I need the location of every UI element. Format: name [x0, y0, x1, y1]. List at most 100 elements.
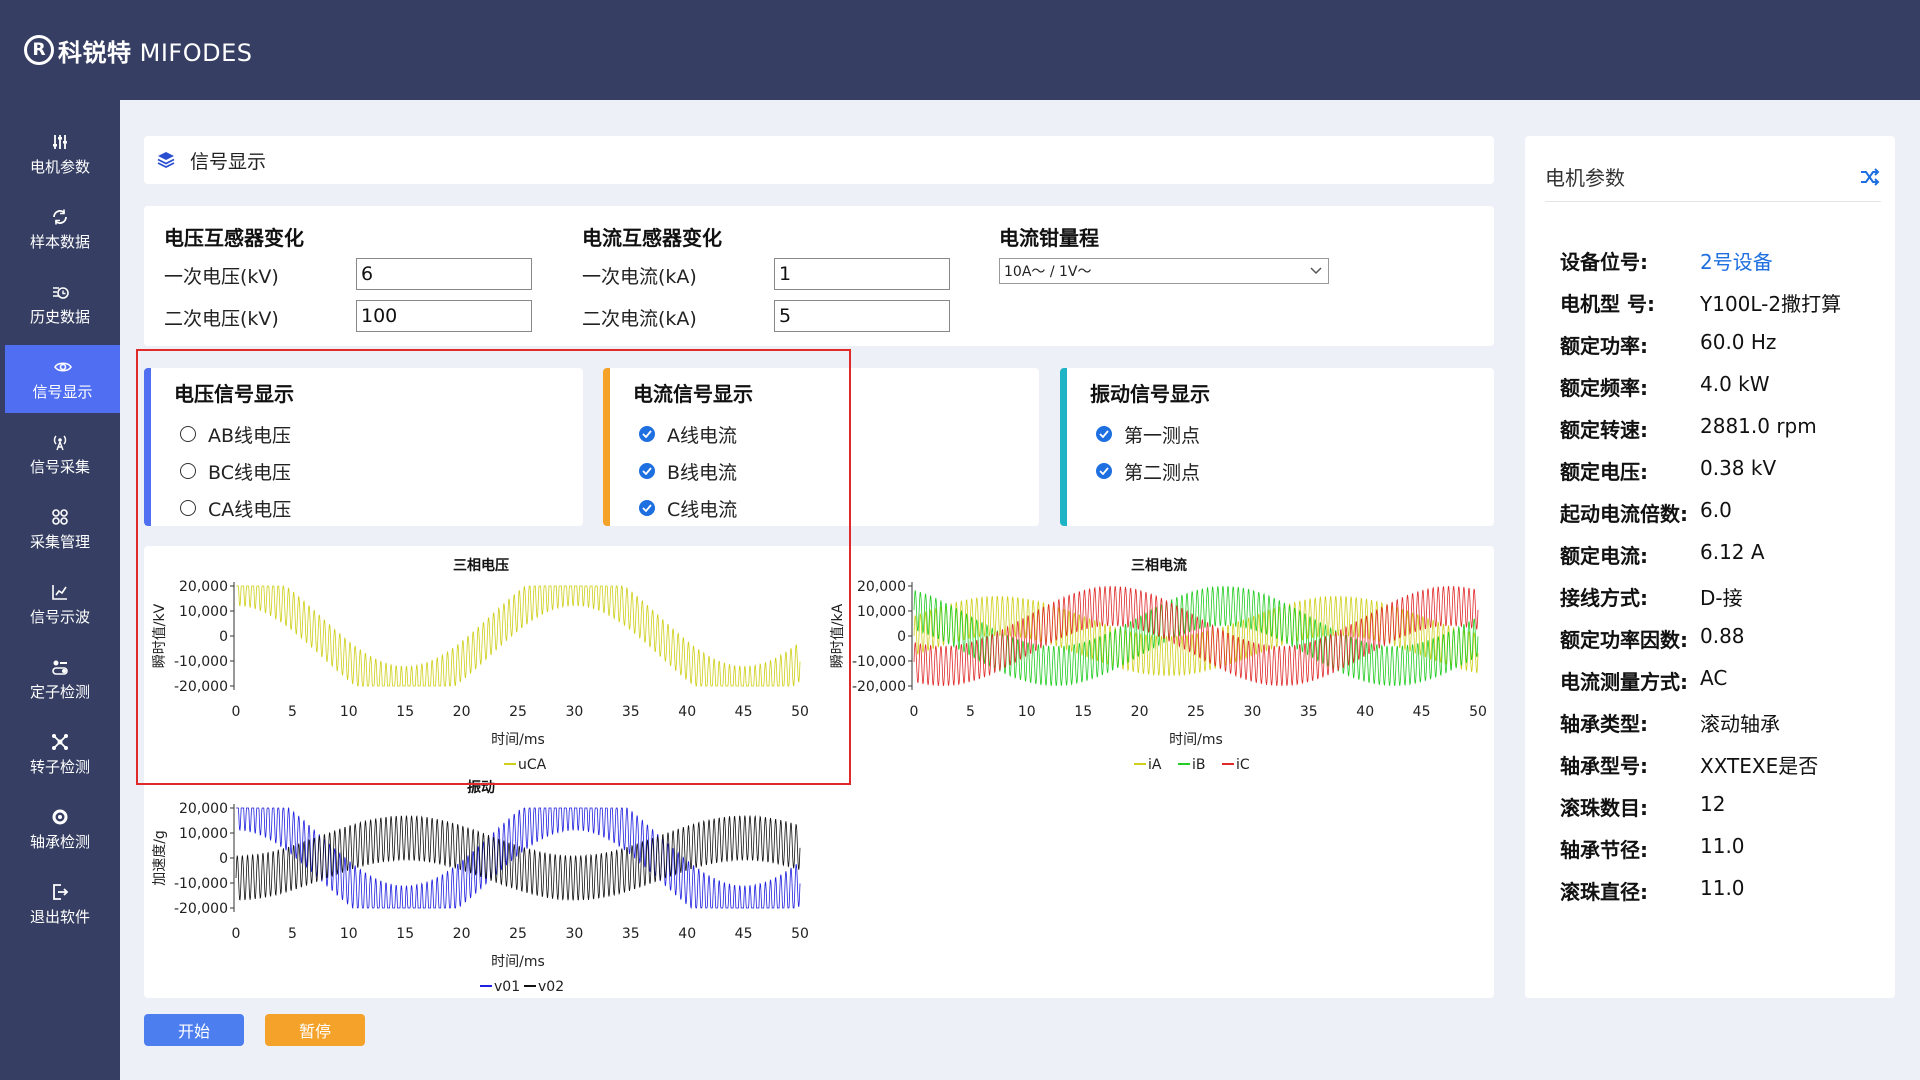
x-tick-label: 30	[565, 704, 583, 720]
y-axis-label: 加速度/g	[152, 830, 168, 886]
x-tick-label: 50	[791, 926, 809, 942]
param-key: 滚珠直径:	[1560, 880, 1648, 904]
secondary-current-input[interactable]	[774, 300, 950, 332]
voltage-option-2[interactable]: CA线电压	[180, 494, 291, 522]
voltage-option-0[interactable]: AB线电压	[180, 420, 291, 448]
layers-icon	[157, 152, 175, 169]
sidebar-item-3[interactable]: 信号显示	[5, 345, 120, 413]
param-value: 6.0	[1700, 498, 1732, 522]
param-key: 额定电流:	[1560, 544, 1648, 568]
radio-circle-icon[interactable]	[180, 426, 196, 442]
x-axis-label: 时间/ms	[491, 732, 545, 748]
y-axis-label: 瞬时值/kV	[152, 603, 168, 668]
sidebar-item-label: 信号采集	[29, 457, 90, 476]
x-tick-label: 30	[1243, 704, 1261, 720]
logo-mark: R	[24, 35, 54, 65]
y-tick-label: 20,000	[179, 801, 228, 817]
sidebar-item-4[interactable]: 信号采集	[0, 420, 120, 488]
sidebar-item-label: 信号示波	[29, 607, 90, 626]
param-row: 轴承节径: 11.0	[1560, 834, 1745, 863]
param-key: 电流测量方式:	[1560, 670, 1688, 694]
primary-voltage-input[interactable]	[356, 258, 532, 290]
charts-svg: 三相电压20,00010,0000-10,000-20,0000 5 10 15 20 2…	[152, 557, 1487, 995]
toggle-icon	[52, 660, 68, 675]
sidebar-item-6[interactable]: 信号示波	[0, 570, 120, 638]
voltage-signal-title: 电压信号显示	[174, 382, 294, 406]
param-row: 额定功率因数: 0.88	[1560, 624, 1745, 653]
check-circle-icon[interactable]	[1096, 463, 1112, 479]
chart-2: 振动20,00010,0000-10,000-20,0000 5 10 15 20 25 3…	[152, 779, 809, 995]
sidebar-item-7[interactable]: 定子检测	[0, 645, 120, 713]
x-tick-label: 50	[1469, 704, 1487, 720]
param-key: 接线方式:	[1560, 586, 1648, 610]
primary-current-input[interactable]	[774, 258, 950, 290]
sidebar-item-10[interactable]: 退出软件	[0, 870, 120, 938]
x-tick-label: 5	[288, 926, 297, 942]
section-header: 信号显示	[144, 136, 1494, 184]
option-label: CA线电压	[208, 498, 292, 521]
x-tick-label: 35	[622, 926, 640, 942]
param-value: AC	[1700, 666, 1728, 690]
param-value[interactable]: 2号设备	[1700, 246, 1773, 275]
chart-panel: 三相电压 20,000 10,000 0 -10,000 -20,000 0 5 10 15 20 2…	[144, 546, 1494, 998]
y-tick-label: -10,000	[852, 654, 906, 670]
legend-label: iC	[1236, 757, 1250, 773]
chart-1: 三相电流20,00010,0000-10,000-20,0000 5 10 15 20 2…	[830, 557, 1487, 773]
x-tick-label: 0	[232, 704, 241, 720]
radio-circle-icon[interactable]	[180, 500, 196, 516]
x-axis-label: 时间/ms	[1169, 732, 1223, 748]
x-tick-label: 20	[1131, 704, 1149, 720]
voltage-option-1[interactable]: BC线电压	[180, 457, 291, 485]
current-option-0[interactable]: A线电流	[639, 420, 737, 448]
param-key: 设备位号:	[1560, 250, 1648, 274]
param-value: 6.12 A	[1700, 540, 1765, 564]
clamp-range-value: 10A～ / 1V～	[1004, 264, 1092, 280]
sidebar-item-label: 定子检测	[29, 682, 90, 701]
param-row: 电机型 号: Y100L-2撒打算	[1560, 288, 1841, 317]
param-key: 电机型 号:	[1560, 292, 1655, 316]
start-button[interactable]: 开始	[144, 1014, 244, 1046]
eye-icon	[53, 361, 72, 372]
param-row: 额定转速: 2881.0 rpm	[1560, 414, 1817, 443]
current-option-1[interactable]: B线电流	[639, 457, 737, 485]
vibration-signal-card: 振动信号显示 第一测点 第二测点	[1060, 368, 1494, 526]
x-tick-label: 35	[622, 704, 640, 720]
secondary-voltage-input[interactable]	[356, 300, 532, 332]
secondary-voltage-label: 二次电压(kV)	[164, 308, 279, 330]
param-row: 轴承型号: XXTEXE是否	[1560, 750, 1818, 779]
vibration-option-0[interactable]: 第一测点	[1096, 420, 1200, 448]
sidebar-item-5[interactable]: 采集管理	[0, 495, 120, 563]
option-label: B线电流	[667, 461, 738, 484]
sidebar-item-label: 电机参数	[29, 157, 90, 176]
y-tick-label: 20,000	[857, 579, 906, 595]
sliders-icon	[53, 134, 67, 149]
sidebar-item-8[interactable]: 转子检测	[0, 720, 120, 788]
shuffle-icon[interactable]	[1859, 166, 1881, 188]
current-option-2[interactable]: C线电流	[639, 494, 737, 522]
param-row: 电流测量方式: AC	[1560, 666, 1727, 695]
param-key: 轴承类型:	[1560, 712, 1648, 736]
check-circle-icon[interactable]	[639, 426, 655, 442]
param-value: 11.0	[1700, 876, 1745, 900]
sidebar-item-2[interactable]: 历史数据	[0, 270, 120, 338]
clamp-range-select[interactable]: 10A～ / 1V～	[999, 258, 1329, 284]
sidebar-item-9[interactable]: 轴承检测	[0, 795, 120, 863]
check-circle-icon[interactable]	[639, 463, 655, 479]
x-tick-label: 10	[1018, 704, 1036, 720]
legend-label: v02	[538, 979, 564, 995]
chart-title: 三相电流	[1131, 557, 1187, 574]
accent-bar	[1060, 368, 1067, 526]
pause-button[interactable]: 暂停	[265, 1014, 365, 1046]
y-tick-label: 10,000	[179, 826, 228, 842]
x-axis-label: 时间/ms	[491, 954, 545, 970]
gear-icon	[52, 809, 68, 824]
brand-logo: 科锐特 MIFODES	[58, 33, 253, 68]
sidebar-item-0[interactable]: 电机参数	[0, 120, 120, 188]
radio-circle-icon[interactable]	[180, 463, 196, 479]
legend-label: v01	[494, 979, 520, 995]
check-circle-icon[interactable]	[639, 500, 655, 516]
param-value: 4.0 kW	[1700, 372, 1770, 396]
check-circle-icon[interactable]	[1096, 426, 1112, 442]
vibration-option-1[interactable]: 第二测点	[1096, 457, 1200, 485]
sidebar-item-1[interactable]: 样本数据	[0, 195, 120, 263]
